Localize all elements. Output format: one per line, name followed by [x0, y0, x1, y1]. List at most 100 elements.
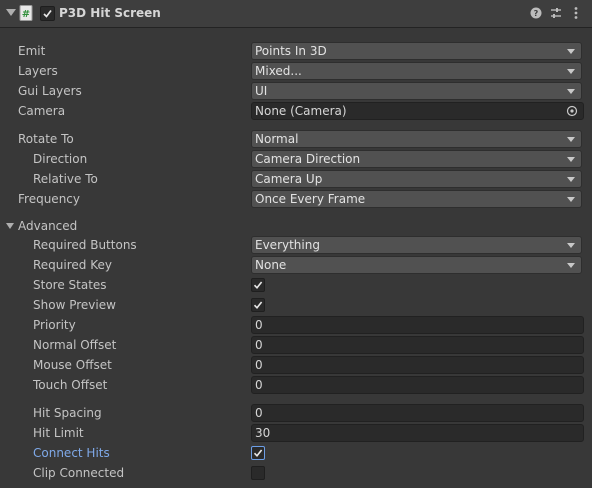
dropdown-value: Camera Up: [255, 172, 323, 186]
chevron-down-icon: [567, 263, 575, 268]
foldout-label[interactable]: Advanced: [18, 219, 77, 233]
priority-input[interactable]: 0: [251, 316, 584, 334]
field-camera: Camera None (Camera): [0, 101, 592, 121]
hit-spacing-input[interactable]: 0: [251, 404, 584, 422]
field-label: Layers: [18, 64, 58, 78]
show-preview-checkbox[interactable]: [251, 298, 265, 312]
field-label: Rotate To: [18, 132, 74, 146]
mouse-offset-input[interactable]: 0: [251, 356, 584, 374]
field-label: Required Buttons: [33, 238, 137, 252]
component-header[interactable]: # P3D Hit Screen ?: [0, 0, 592, 28]
field-priority: Priority 0: [0, 315, 592, 335]
dropdown-value: Mixed...: [255, 64, 302, 78]
input-value: 0: [255, 318, 263, 332]
field-rotate-to: Rotate To Normal: [0, 129, 592, 149]
field-label: Direction: [33, 152, 88, 166]
input-value: 30: [255, 426, 271, 440]
field-layers: Layers Mixed...: [0, 61, 592, 81]
object-field-value: None (Camera): [255, 104, 347, 118]
input-value: 0: [255, 406, 263, 420]
chevron-down-icon: [567, 69, 575, 74]
chevron-down-icon: [567, 89, 575, 94]
rotate-to-dropdown[interactable]: Normal: [251, 130, 582, 148]
field-label: Clip Connected: [33, 466, 125, 480]
svg-text:?: ?: [534, 9, 539, 18]
foldout-arrow-icon[interactable]: [6, 9, 16, 16]
field-label: Frequency: [18, 192, 80, 206]
chevron-down-icon: [567, 137, 575, 142]
required-key-dropdown[interactable]: None: [251, 256, 582, 274]
normal-offset-input[interactable]: 0: [251, 336, 584, 354]
component-title: P3D Hit Screen: [59, 6, 161, 20]
field-relative-to: Relative To Camera Up: [0, 169, 592, 189]
hit-limit-input[interactable]: 30: [251, 424, 584, 442]
input-value: 0: [255, 338, 263, 352]
svg-text:#: #: [22, 9, 30, 20]
field-hit-spacing: Hit Spacing 0: [0, 403, 592, 423]
direction-dropdown[interactable]: Camera Direction: [251, 150, 582, 168]
frequency-dropdown[interactable]: Once Every Frame: [251, 190, 582, 208]
field-required-buttons: Required Buttons Everything: [0, 235, 592, 255]
component-enabled-checkbox[interactable]: [40, 6, 55, 21]
field-label: Priority: [33, 318, 76, 332]
field-label: Normal Offset: [33, 338, 117, 352]
required-buttons-dropdown[interactable]: Everything: [251, 236, 582, 254]
field-label: Required Key: [33, 258, 112, 272]
field-label: Connect Hits: [33, 446, 110, 460]
field-label: Gui Layers: [18, 84, 82, 98]
dropdown-value: Everything: [255, 238, 320, 252]
field-label: Mouse Offset: [33, 358, 112, 372]
camera-object-field[interactable]: None (Camera): [251, 102, 584, 120]
chevron-down-icon: [567, 243, 575, 248]
field-label: Hit Limit: [33, 426, 84, 440]
input-value: 0: [255, 358, 263, 372]
layers-dropdown[interactable]: Mixed...: [251, 62, 582, 80]
dropdown-value: Normal: [255, 132, 299, 146]
field-label: Camera: [18, 104, 66, 118]
field-show-preview: Show Preview: [0, 295, 592, 315]
dropdown-value: UI: [255, 84, 268, 98]
emit-dropdown[interactable]: Points In 3D: [251, 42, 582, 60]
relative-to-dropdown[interactable]: Camera Up: [251, 170, 582, 188]
field-clip-connected: Clip Connected: [0, 463, 592, 483]
store-states-checkbox[interactable]: [251, 278, 265, 292]
help-icon[interactable]: ?: [529, 5, 543, 21]
context-menu-icon[interactable]: [569, 5, 583, 21]
field-required-key: Required Key None: [0, 255, 592, 275]
chevron-down-icon: [567, 157, 575, 162]
field-emit: Emit Points In 3D: [0, 41, 592, 61]
gui-layers-dropdown[interactable]: UI: [251, 82, 582, 100]
object-picker-icon[interactable]: [566, 105, 578, 117]
field-mouse-offset: Mouse Offset 0: [0, 355, 592, 375]
field-connect-hits: Connect Hits: [0, 443, 592, 463]
script-icon: #: [19, 5, 33, 21]
checkmark-icon: [253, 301, 263, 310]
checkmark-icon: [253, 281, 263, 290]
field-touch-offset: Touch Offset 0: [0, 375, 592, 395]
field-label: Emit: [18, 44, 46, 58]
field-label: Relative To: [33, 172, 98, 186]
field-label: Show Preview: [33, 298, 116, 312]
dropdown-value: Camera Direction: [255, 152, 361, 166]
chevron-down-icon: [567, 197, 575, 202]
field-store-states: Store States: [0, 275, 592, 295]
advanced-foldout[interactable]: Advanced: [0, 216, 592, 236]
field-normal-offset: Normal Offset 0: [0, 335, 592, 355]
checkmark-icon: [253, 449, 263, 458]
connect-hits-checkbox[interactable]: [251, 446, 265, 460]
touch-offset-input[interactable]: 0: [251, 376, 584, 394]
clip-connected-checkbox[interactable]: [251, 466, 265, 480]
field-frequency: Frequency Once Every Frame: [0, 189, 592, 209]
preset-icon[interactable]: [549, 5, 563, 21]
field-label: Touch Offset: [33, 378, 108, 392]
foldout-arrow-icon[interactable]: [6, 223, 14, 229]
dropdown-value: Once Every Frame: [255, 192, 366, 206]
field-hit-limit: Hit Limit 30: [0, 423, 592, 443]
input-value: 0: [255, 378, 263, 392]
field-gui-layers: Gui Layers UI: [0, 81, 592, 101]
checkmark-icon: [43, 9, 52, 18]
chevron-down-icon: [567, 177, 575, 182]
dropdown-value: None: [255, 258, 287, 272]
field-direction: Direction Camera Direction: [0, 149, 592, 169]
field-label: Hit Spacing: [33, 406, 102, 420]
